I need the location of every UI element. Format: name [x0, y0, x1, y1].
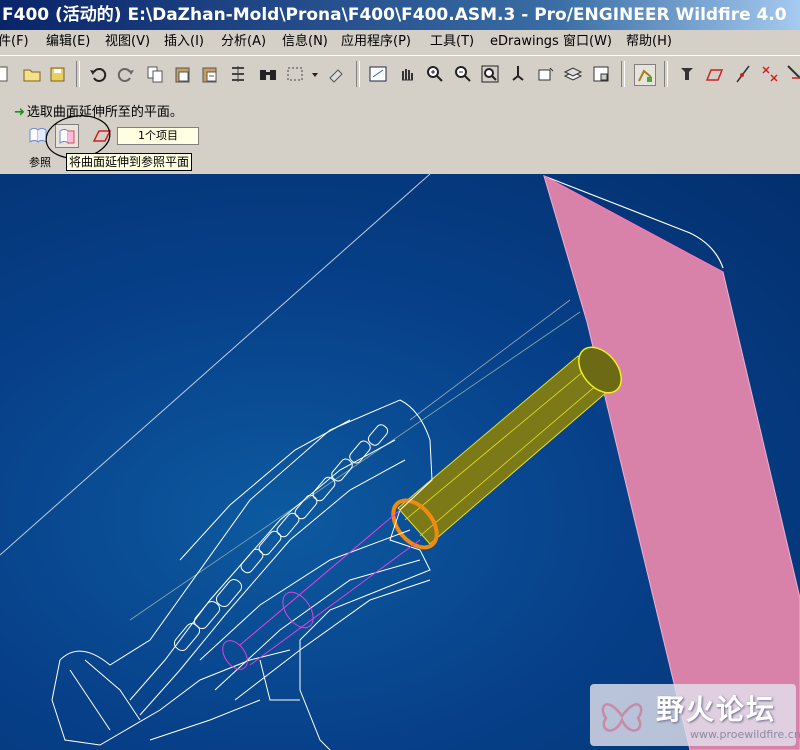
menu-help[interactable]: 帮助(H) — [626, 30, 672, 54]
datum-plane-icon[interactable] — [677, 64, 697, 84]
menu-info[interactable]: 信息(N) — [282, 30, 328, 54]
zoom-in-icon[interactable] — [425, 64, 445, 84]
eraser-icon[interactable] — [326, 64, 346, 84]
layers-icon[interactable] — [563, 64, 583, 84]
menu-bar: 件(F) 编辑(E) 视图(V) 插入(I) 分析(A) 信息(N) 应用程序(… — [0, 30, 800, 54]
regenerate-icon[interactable] — [228, 64, 248, 84]
butterfly-logo-icon — [601, 703, 643, 732]
inner-edges-magenta — [222, 509, 421, 670]
new-file-icon[interactable] — [0, 64, 20, 84]
select-box-icon[interactable] — [285, 64, 305, 84]
cylinder-edge — [404, 365, 591, 521]
watermark-url: www.proewildfire.cn — [690, 728, 800, 741]
datum-edge-line — [0, 174, 431, 556]
saved-views-icon[interactable] — [536, 64, 556, 84]
save-icon[interactable] — [48, 64, 68, 84]
model-tree-icon[interactable] — [591, 64, 611, 84]
dropdown-icon[interactable] — [310, 64, 320, 84]
toolbar-separator — [621, 61, 625, 87]
coordinate-system-icon[interactable] — [760, 64, 780, 84]
undo-icon[interactable] — [88, 64, 108, 84]
refit-icon[interactable] — [480, 64, 500, 84]
open-folder-icon[interactable] — [22, 64, 42, 84]
grip-slots — [173, 424, 389, 652]
toolbar-separator — [356, 61, 360, 87]
zoom-out-icon[interactable] — [453, 64, 473, 84]
copy-icon[interactable] — [145, 64, 165, 84]
menu-edrawings[interactable]: eDrawings — [490, 30, 559, 54]
paste-icon[interactable] — [173, 64, 193, 84]
menu-insert[interactable]: 插入(I) — [164, 30, 204, 54]
datum-point-icon[interactable] — [733, 64, 753, 84]
main-toolbar — [0, 55, 800, 93]
datum-display-icon[interactable] — [634, 64, 656, 86]
forum-watermark: 野火论坛 www.proewildfire.cn — [590, 684, 800, 746]
repaint-icon[interactable] — [368, 64, 388, 84]
reference-plane-surface[interactable] — [543, 174, 800, 750]
model-graphics — [0, 174, 800, 750]
paste-special-icon[interactable] — [200, 64, 220, 84]
window-title: F400 (活动的) E:\DaZhan-Mold\Prona\F400\F40… — [2, 5, 787, 25]
menu-applications[interactable]: 应用程序(P) — [341, 30, 411, 54]
watermark-title: 野火论坛 — [656, 693, 777, 726]
redo-icon[interactable] — [116, 64, 136, 84]
graphics-viewport[interactable]: 野火论坛 www.proewildfire.cn — [0, 174, 800, 750]
window-title-bar[interactable]: F400 (活动的) E:\DaZhan-Mold\Prona\F400\F40… — [0, 0, 800, 30]
spin-hand-icon[interactable] — [397, 64, 417, 84]
find-icon[interactable] — [258, 64, 278, 84]
plane-reference-collector[interactable]: 1个项目 — [117, 127, 199, 145]
menu-file[interactable]: 件(F) — [0, 30, 29, 54]
menu-analysis[interactable]: 分析(A) — [221, 30, 266, 54]
menu-tools[interactable]: 工具(T) — [430, 30, 474, 54]
menu-edit[interactable]: 编辑(E) — [46, 30, 90, 54]
tooltip: 将曲面延伸到参照平面 — [66, 153, 193, 171]
toolbar-separator — [664, 61, 668, 87]
reorient-icon[interactable] — [508, 64, 528, 84]
menu-view[interactable]: 视图(V) — [105, 30, 150, 54]
menu-window[interactable]: 窗口(W) — [563, 30, 612, 54]
datum-csys-icon[interactable] — [786, 64, 800, 84]
prompt-arrow-icon: ➜ — [14, 105, 25, 120]
cylinder-edge — [419, 377, 606, 537]
feature-dashboard: ➜ 选取曲面延伸所至的平面。 1个项目 参照 将曲面延伸到参照平面 — [0, 92, 800, 174]
toolbar-separator — [76, 61, 80, 87]
references-tab[interactable]: 参照 — [29, 154, 51, 170]
datum-axis-icon[interactable] — [704, 64, 724, 84]
